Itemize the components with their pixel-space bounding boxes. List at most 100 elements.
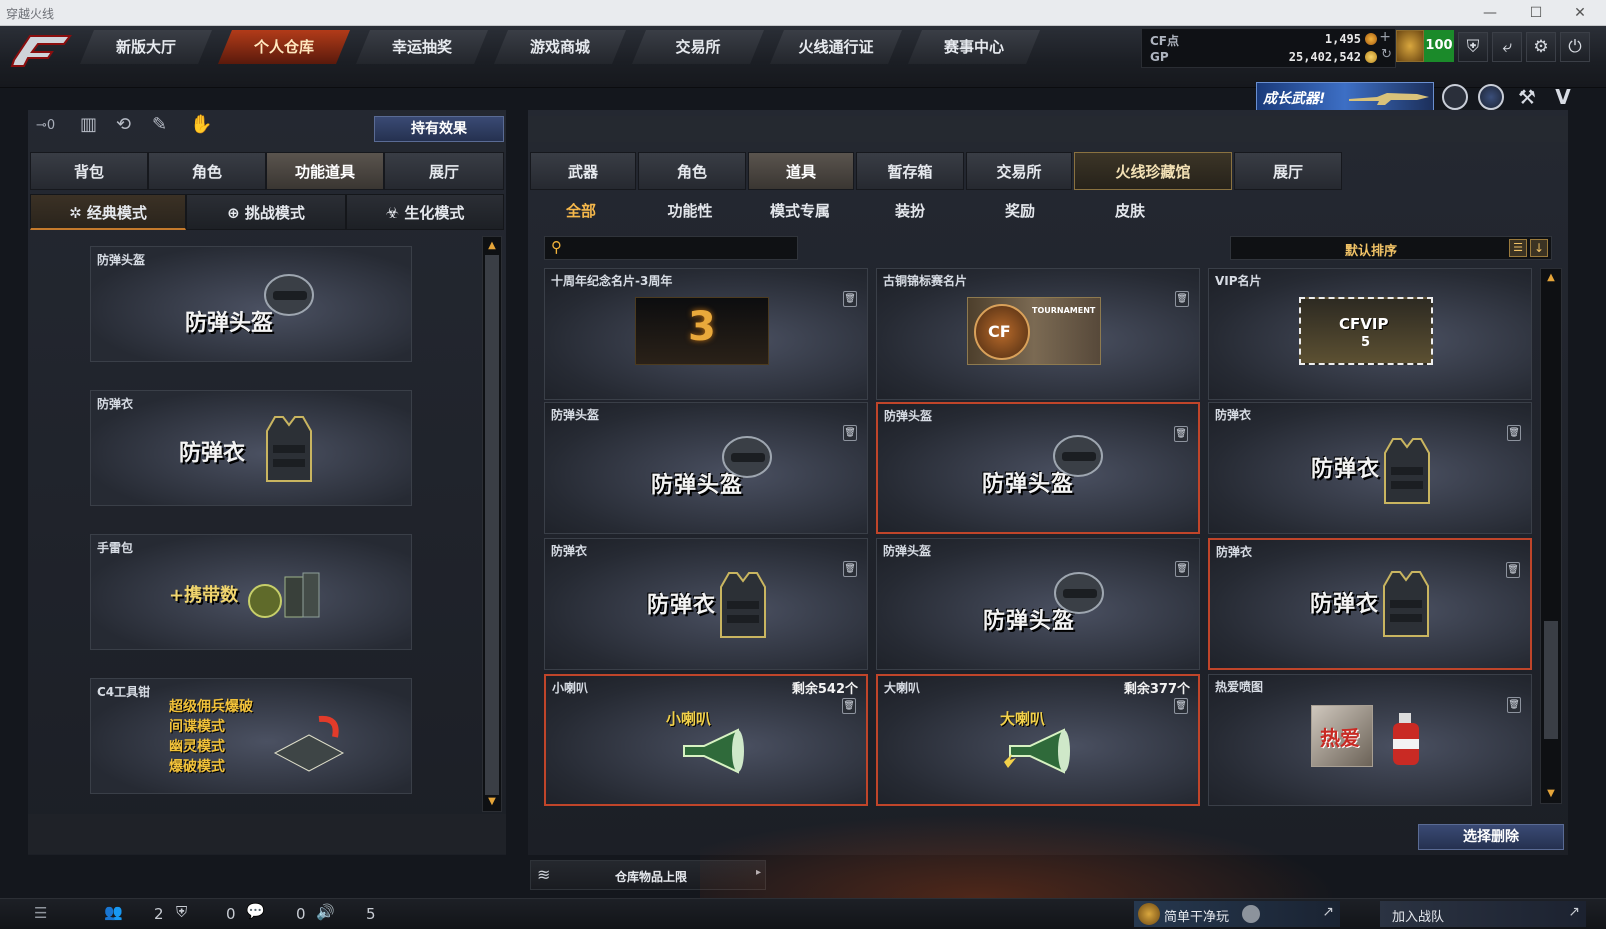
expand-arrow-icon[interactable]: ▸ [756,867,761,878]
toggle-knob[interactable] [1242,905,1260,923]
trash-icon[interactable]: 🗑 [843,561,857,577]
v-emblem-icon[interactable]: V [1548,84,1578,110]
subcat-all[interactable]: 全部 [527,200,635,226]
nav-tab-lottery[interactable]: 幸运抽奖 [356,30,488,64]
nav-tab-events[interactable]: 赛事中心 [908,30,1040,64]
nav-tab-exchange[interactable]: 交易所 [632,30,764,64]
scroll-thumb[interactable] [485,255,499,795]
tab-exchange[interactable]: 交易所 [966,152,1072,190]
minimize-icon[interactable]: — [1476,2,1504,24]
item-card[interactable]: 防弹衣 🗑 防弹衣 [544,538,868,670]
left-item-grenade-pack[interactable]: 手雷包 +携带数 [90,534,412,650]
nav-tab-lobby[interactable]: 新版大厅 [80,30,212,64]
refresh-icon[interactable]: ↻ [1381,47,1392,62]
trash-icon[interactable]: 🗑 [1507,697,1521,713]
scroll-up-icon[interactable]: ▲ [1542,271,1560,285]
left-item-vest[interactable]: 防弹衣 防弹衣 [90,390,412,506]
history-icon[interactable]: ⟲ [116,114,138,136]
trash-icon[interactable]: 🗑 [1507,425,1521,441]
subcat-cosmetics[interactable]: 装扮 [856,200,964,226]
nav-tab-warehouse[interactable]: 个人仓库 [218,30,350,64]
item-card[interactable]: 防弹头盔 🗑 防弹头盔 [544,402,868,534]
scroll-down-icon[interactable]: ▼ [483,795,501,809]
trash-icon[interactable]: 🗑 [843,291,857,307]
globe-icon[interactable] [1478,84,1504,110]
emblem-icon[interactable] [1442,84,1468,110]
clan-shield-icon[interactable]: ⛨ [176,903,187,921]
mode-biohazard[interactable]: ☣ 生化模式 [346,194,504,230]
left-item-helmet[interactable]: 防弹头盔 防弹头盔 [90,246,412,362]
trash-icon[interactable]: 🗑 [842,698,856,714]
menu-list-icon[interactable]: ☰ [34,904,47,922]
speaker-icon[interactable]: 🔊 [316,903,335,921]
tab-backpack[interactable]: 背包 [30,152,148,190]
bar-chart-icon[interactable]: ▥ [80,114,102,136]
subcat-rewards[interactable]: 奖励 [966,200,1074,226]
right-scrollbar[interactable]: ▲ ▼ [1540,268,1562,804]
storage-limit-bar[interactable]: ≋ 仓库物品上限 ▸ [530,860,766,890]
external-link-icon[interactable]: ↗ [1322,904,1334,920]
hammer-icon[interactable]: ⚒ [1514,84,1540,110]
item-card[interactable]: 防弹衣 🗑 防弹衣 [1208,402,1532,534]
trash-icon[interactable]: 🗑 [1174,426,1188,442]
item-card[interactable]: VIP名片 CFVIP 5 [1208,268,1532,400]
tab-collection-hall[interactable]: 火线珍藏馆 [1074,152,1232,190]
item-card[interactable]: 防弹衣 🗑 防弹衣 [1208,538,1532,670]
item-card[interactable]: 古铜锦标赛名片 🗑 CF TOURNAMENT [876,268,1200,400]
subcat-skins[interactable]: 皮肤 [1076,200,1184,226]
scroll-thumb[interactable] [1544,621,1558,739]
chat-icon[interactable]: 💬 [246,902,265,920]
add-icon[interactable]: + [1379,29,1391,45]
grenade-icon[interactable]: ✋ [190,114,212,136]
trash-icon[interactable]: 🗑 [1506,562,1520,578]
item-card[interactable]: 热爱喷图 🗑 热爱 [1208,674,1532,806]
tab-items[interactable]: 道具 [748,152,854,190]
item-card[interactable]: 小喇叭 剩余542个 🗑 小喇叭 [544,674,868,806]
left-scrollbar[interactable]: ▲ ▼ [482,236,502,812]
sort-order-icon[interactable]: ↓ [1530,239,1548,257]
tab-roles[interactable]: 角色 [638,152,746,190]
tab-character[interactable]: 角色 [148,152,266,190]
list-view-icon[interactable]: ☰ [1509,239,1527,257]
character-edit-icon[interactable]: ✎ [152,114,174,136]
gear-icon[interactable]: ⚙ [1526,32,1556,62]
cf-logo-icon[interactable] [8,30,72,70]
item-card[interactable]: 防弹头盔 🗑 防弹头盔 [876,402,1200,534]
mode-classic[interactable]: ✲ 经典模式 [30,194,186,230]
search-input[interactable] [573,239,793,257]
trash-icon[interactable]: 🗑 [1175,561,1189,577]
tab-temp-box[interactable]: 暂存箱 [856,152,964,190]
subcat-mode-exclusive[interactable]: 模式专属 [746,200,854,226]
left-item-c4-pliers[interactable]: C4工具钳 超级佣兵爆破 间谍模式 幽灵模式 爆破模式 [90,678,412,794]
subcat-functional[interactable]: 功能性 [636,200,744,226]
effects-button[interactable]: 持有效果 [374,116,504,142]
external-link-icon[interactable]: ↗ [1568,904,1580,920]
sort-dropdown[interactable]: 默认排序 ☰ ↓ [1230,236,1552,260]
rank-badge-icon[interactable] [1396,30,1424,62]
tab-showroom[interactable]: 展厅 [384,152,504,190]
nav-tab-shop[interactable]: 游戏商城 [494,30,626,64]
scroll-down-icon[interactable]: ▼ [1542,787,1560,801]
mode-challenge[interactable]: ⊕ 挑战模式 [186,194,346,230]
tab-functional-items[interactable]: 功能道具 [266,152,384,190]
trash-icon[interactable]: 🗑 [1174,698,1188,714]
close-icon[interactable]: ✕ [1566,2,1594,24]
tab-weapons[interactable]: 武器 [530,152,636,190]
nav-tab-battlepass[interactable]: 火线通行证 [770,30,902,64]
return-icon[interactable]: ⤶ [1492,32,1522,62]
tab-right-showroom[interactable]: 展厅 [1234,152,1342,190]
trash-icon[interactable]: 🗑 [1175,291,1189,307]
search-field[interactable]: ⚲ [544,236,798,260]
item-card[interactable]: 十周年纪念名片-3周年 🗑 3 [544,268,868,400]
status-message-box[interactable]: 简单干净玩 ↗ [1134,901,1340,927]
shield-icon[interactable]: ⛨ [1458,32,1488,62]
join-clan-box[interactable]: 加入战队 ↗ [1380,901,1586,927]
select-delete-button[interactable]: 选择删除 [1418,824,1564,850]
friends-icon[interactable]: 👥 [104,903,123,921]
growth-weapon-banner[interactable]: 成长武器! [1256,82,1434,112]
maximize-icon[interactable]: ☐ [1522,2,1550,24]
trash-icon[interactable]: 🗑 [843,425,857,441]
power-icon[interactable]: ⏻ [1560,32,1590,62]
scroll-up-icon[interactable]: ▲ [483,239,501,253]
item-card[interactable]: 大喇叭 剩余377个 🗑 大喇叭 [876,674,1200,806]
